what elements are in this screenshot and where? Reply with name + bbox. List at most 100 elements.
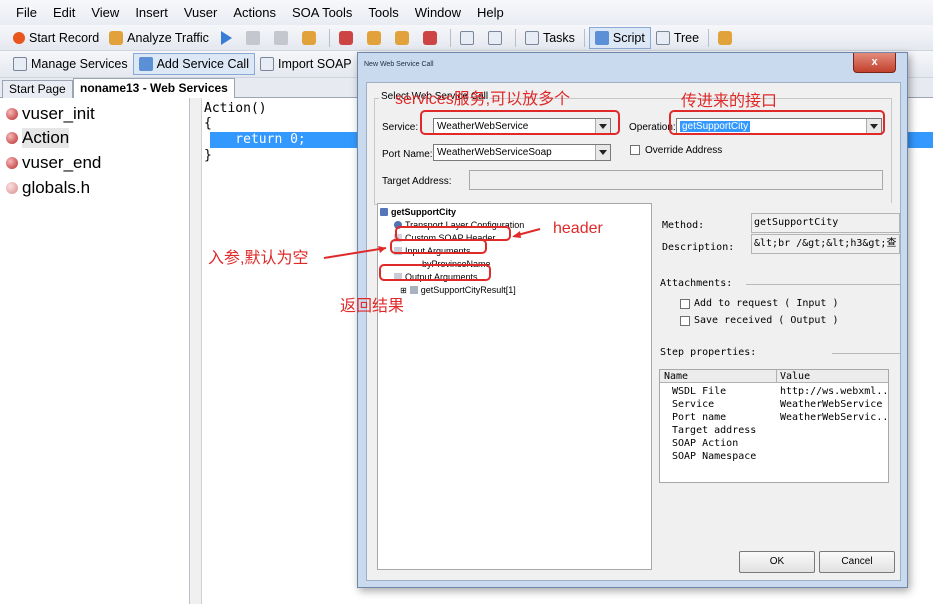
menu-tools[interactable]: Tools: [360, 0, 406, 25]
table-row[interactable]: WSDL File http://ws.webxml..: [660, 385, 888, 398]
method-value: getSupportCity: [751, 213, 900, 233]
tree-item-globals[interactable]: globals.h: [6, 178, 90, 198]
dialog-body: Select Web Service Call Service: Weather…: [366, 82, 901, 581]
tree-item-vuser-end[interactable]: vuser_end: [6, 153, 101, 173]
annotation-header-note: header: [553, 220, 603, 237]
compile-icon: [338, 30, 353, 45]
play-icon: [220, 30, 232, 45]
tasks-icon: [524, 30, 539, 45]
start-record-label: Start Record: [29, 30, 100, 45]
toolbar-separator: [514, 28, 516, 47]
script-icon: [594, 30, 609, 45]
menu-view[interactable]: View: [83, 0, 127, 25]
tree-root-node[interactable]: getSupportCity: [380, 207, 456, 217]
tasks-button[interactable]: Tasks: [520, 27, 580, 49]
code-line: Action(): [204, 101, 267, 116]
property-name: SOAP Action: [672, 438, 739, 449]
breakpoint-icon: [366, 30, 381, 45]
action-icon: [6, 132, 18, 144]
add-service-call-button[interactable]: Add Service Call: [132, 53, 255, 75]
toolbar-separator: [449, 28, 451, 47]
property-value: http://ws.webxml..: [780, 386, 888, 397]
tree-item-label: globals.h: [22, 178, 91, 197]
snapshot-button[interactable]: [418, 27, 446, 49]
description-value: &lt;br /&gt;&lt;h3&gt;查: [751, 234, 900, 254]
record-icon: [13, 31, 25, 44]
tab-start-page[interactable]: Start Page: [2, 80, 73, 98]
analyze-traffic-button[interactable]: Analyze Traffic: [104, 27, 214, 49]
menu-vuser[interactable]: Vuser: [176, 0, 225, 25]
tree-node-label: getSupportCity: [391, 207, 456, 217]
operation-tree: getSupportCity Transport Layer Configura…: [377, 203, 652, 570]
add-to-request-label: Add to request ( Input ): [694, 298, 839, 309]
table-row[interactable]: Service WeatherWebService: [660, 398, 888, 411]
menu-help[interactable]: Help: [469, 0, 512, 25]
manage-services-button[interactable]: Manage Services: [8, 53, 133, 75]
output-window-button[interactable]: [713, 27, 741, 49]
import-soap-button[interactable]: Import SOAP: [255, 53, 357, 75]
start-record-button[interactable]: Start Record: [8, 27, 104, 49]
menu-soa-tools[interactable]: SOA Tools: [284, 0, 360, 25]
stop-button[interactable]: [241, 27, 269, 49]
menu-edit[interactable]: Edit: [45, 0, 83, 25]
override-address-checkbox[interactable]: [630, 145, 640, 155]
tree-item-vuser-init[interactable]: vuser_init: [6, 104, 95, 124]
dialog-close-button[interactable]: x: [853, 53, 896, 73]
property-name: WSDL File: [672, 386, 727, 397]
column-header-name: Name: [664, 371, 689, 382]
section-divider: [746, 284, 900, 285]
snapshot-icon: [422, 30, 437, 45]
breakpoint-button[interactable]: [362, 27, 390, 49]
tab-noname13-web-services[interactable]: noname13 - Web Services: [73, 78, 235, 98]
menu-bar: File Edit View Insert Vuser Actions SOA …: [0, 0, 933, 25]
dialog-title: New Web Service Call: [364, 61, 434, 68]
bookmark-button[interactable]: [390, 27, 418, 49]
run-button[interactable]: [214, 27, 241, 49]
port-name-value: WeatherWebServiceSoap: [437, 147, 552, 158]
cancel-button[interactable]: Cancel: [819, 551, 895, 573]
property-value: WeatherWebService: [780, 399, 883, 410]
toolbar-separator: [708, 28, 710, 47]
tree-item-label: vuser_init: [22, 104, 95, 123]
menu-file[interactable]: File: [8, 0, 45, 25]
target-address-field[interactable]: [469, 170, 883, 190]
compile-button[interactable]: [334, 27, 362, 49]
stop-icon: [245, 30, 260, 45]
analyze-traffic-icon: [109, 30, 124, 45]
property-value: WeatherWebServic..: [780, 412, 888, 423]
import-soap-icon: [259, 57, 274, 71]
table-row[interactable]: SOAP Action: [660, 437, 888, 450]
tree-item-action[interactable]: Action: [6, 128, 70, 148]
manage-services-icon: [13, 57, 27, 71]
pause-button[interactable]: [269, 27, 297, 49]
parameters-button[interactable]: [483, 27, 511, 49]
annotation-output-note: 返回结果: [340, 298, 405, 315]
property-name: Target address: [672, 425, 757, 436]
action-icon: [6, 108, 18, 120]
port-name-select[interactable]: WeatherWebServiceSoap: [433, 144, 611, 161]
ok-button[interactable]: OK: [739, 551, 815, 573]
method-label: Method:: [662, 220, 705, 231]
menu-window[interactable]: Window: [407, 0, 469, 25]
annotation-box-operation: [669, 110, 885, 135]
menu-actions[interactable]: Actions: [225, 0, 284, 25]
step-properties-label: Step properties:: [660, 347, 757, 358]
table-row[interactable]: Target address: [660, 424, 888, 437]
tree-node-label: getSupportCityResult[1]: [420, 285, 516, 295]
tree-node-output-child[interactable]: ⊞ getSupportCityResult[1]: [400, 285, 516, 295]
editor-gutter: [190, 98, 202, 604]
runtime-settings-button[interactable]: [455, 27, 483, 49]
settings-icon: [459, 30, 474, 45]
menu-insert[interactable]: Insert: [127, 0, 176, 25]
save-received-checkbox[interactable]: [680, 316, 690, 326]
chevron-down-icon[interactable]: [595, 145, 610, 160]
step-button[interactable]: [297, 27, 325, 49]
table-row[interactable]: SOAP Namespace: [660, 450, 888, 463]
add-to-request-checkbox[interactable]: [680, 299, 690, 309]
tree-label: Tree: [673, 30, 700, 45]
script-view-button[interactable]: Script: [588, 26, 651, 49]
add-service-call-label: Add Service Call: [156, 57, 249, 71]
table-row[interactable]: Port name WeatherWebServic..: [660, 411, 888, 424]
tree-view-button[interactable]: Tree: [651, 27, 704, 49]
code-line: {: [204, 116, 212, 131]
